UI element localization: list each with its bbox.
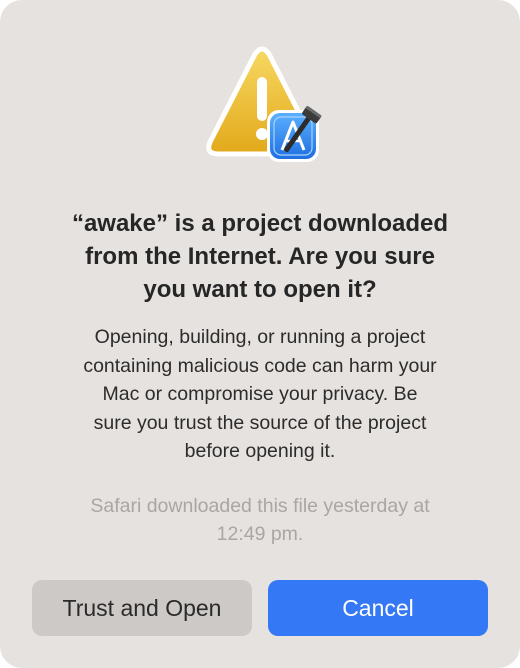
dialog-message-line: sure you trust the source of the project (93, 411, 427, 434)
alert-icon (197, 42, 327, 172)
dialog-title-line: from the Internet. Are you sure (85, 243, 435, 270)
download-info-line: Safari downloaded this file yesterday at (90, 495, 430, 517)
xcode-icon (267, 105, 322, 162)
dialog-title-line: you want to open it? (143, 276, 377, 303)
dialog-message-line: Opening, building, or running a project (94, 326, 426, 348)
download-info: Safari downloaded this file yesterday at… (30, 492, 490, 548)
warning-triangle-icon (206, 46, 322, 162)
download-info-line: 12:49 pm. (216, 523, 304, 545)
alert-dialog: “awake” is a project downloaded from the… (0, 0, 520, 668)
trust-and-open-button[interactable]: Trust and Open (32, 580, 252, 636)
dialog-title-line: “awake” is a project downloaded (71, 210, 449, 237)
dialog-message: Opening, building, or running a project … (30, 323, 490, 466)
cancel-button[interactable]: Cancel (268, 580, 488, 636)
dialog-title: “awake” is a project downloaded from the… (30, 207, 490, 306)
dialog-message-line: containing malicious code can harm your (83, 354, 437, 377)
dialog-message-line: Mac or compromise your privacy. Be (102, 383, 418, 405)
dialog-message-line: before opening it. (184, 440, 336, 462)
